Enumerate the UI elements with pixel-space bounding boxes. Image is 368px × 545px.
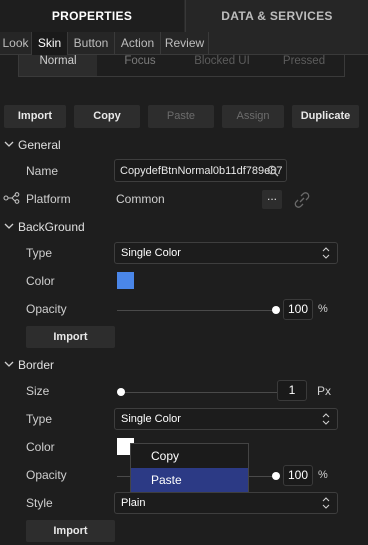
- chevron-down-icon: [4, 141, 14, 147]
- chevron-down-icon: [4, 223, 14, 229]
- select-arrows-icon: [322, 413, 330, 425]
- skin-state-tabs: Normal Focus Blocked UI Pressed: [18, 55, 345, 77]
- border-opacity-unit: %: [318, 469, 328, 481]
- section-title: BackGround: [18, 220, 85, 234]
- platform-label: Platform: [26, 192, 71, 206]
- bg-opacity-input[interactable]: 100: [283, 299, 313, 320]
- border-type-select[interactable]: Single Color: [114, 408, 338, 430]
- border-opacity-input[interactable]: 100: [283, 465, 313, 486]
- tab-look[interactable]: Look: [0, 32, 32, 55]
- platform-share-icon: [3, 192, 20, 204]
- bg-color-label: Color: [26, 274, 55, 288]
- border-size-slider-track[interactable]: [117, 392, 277, 393]
- tab-data-services[interactable]: DATA & SERVICES: [185, 0, 368, 32]
- section-title: Border: [18, 358, 55, 372]
- select-arrows-icon: [322, 497, 330, 509]
- bg-opacity-label: Opacity: [26, 302, 67, 316]
- import-button[interactable]: Import: [4, 105, 66, 128]
- border-style-value: Plain: [121, 497, 146, 509]
- chevron-down-icon: [4, 361, 14, 367]
- tab-button[interactable]: Button: [68, 32, 115, 55]
- tab-properties[interactable]: PROPERTIES: [0, 0, 184, 32]
- border-color-label: Color: [26, 440, 55, 454]
- border-size-label: Size: [26, 384, 50, 398]
- border-import-button[interactable]: Import: [26, 520, 115, 542]
- context-menu-paste[interactable]: Paste: [131, 468, 248, 492]
- border-opacity-slider-knob[interactable]: [272, 472, 280, 480]
- border-size-input[interactable]: 1: [277, 380, 307, 401]
- link-icon[interactable]: [293, 191, 311, 209]
- border-style-select[interactable]: Plain: [114, 492, 338, 514]
- border-opacity-label: Opacity: [26, 468, 67, 482]
- state-tab-blocked-ui[interactable]: Blocked UI: [181, 55, 263, 76]
- copy-button[interactable]: Copy: [74, 105, 140, 128]
- bg-import-button[interactable]: Import: [26, 326, 115, 348]
- bg-opacity-slider-track[interactable]: [117, 310, 277, 311]
- bg-type-value: Single Color: [121, 247, 181, 259]
- assign-button[interactable]: Assign: [222, 105, 284, 128]
- tab-skin[interactable]: Skin: [32, 32, 68, 55]
- section-border[interactable]: Border: [0, 356, 200, 374]
- section-title: General: [18, 138, 61, 152]
- border-type-label: Type: [26, 412, 53, 426]
- border-style-label: Style: [26, 496, 53, 510]
- search-icon[interactable]: [267, 165, 279, 177]
- tab-review[interactable]: Review: [161, 32, 209, 55]
- select-arrows-icon: [322, 247, 330, 259]
- section-general[interactable]: General: [0, 136, 200, 154]
- platform-value: Common: [116, 192, 165, 206]
- bg-type-select[interactable]: Single Color: [114, 242, 338, 264]
- tab-action[interactable]: Action: [115, 32, 161, 55]
- bg-type-label: Type: [26, 246, 53, 260]
- duplicate-button[interactable]: Duplicate: [292, 105, 359, 128]
- bg-opacity-unit: %: [318, 303, 328, 315]
- state-tab-normal[interactable]: Normal: [19, 55, 97, 76]
- paste-button[interactable]: Paste: [148, 105, 214, 128]
- context-menu-copy[interactable]: Copy: [131, 444, 248, 468]
- name-field[interactable]: CopydefBtnNormal0b11df789e87: [114, 159, 287, 182]
- bg-color-swatch[interactable]: [117, 272, 134, 289]
- state-tab-focus[interactable]: Focus: [99, 55, 181, 76]
- name-value: CopydefBtnNormal0b11df789e87: [120, 165, 283, 177]
- context-menu: Copy Paste: [130, 443, 249, 492]
- border-size-unit: Px: [317, 384, 332, 398]
- bg-opacity-slider-knob[interactable]: [272, 306, 280, 314]
- name-label: Name: [26, 164, 59, 178]
- top-tab-bar: PROPERTIES DATA & SERVICES: [0, 0, 368, 32]
- section-background[interactable]: BackGround: [0, 218, 200, 236]
- platform-more-button[interactable]: ...: [262, 190, 282, 209]
- border-size-slider-knob[interactable]: [117, 388, 125, 396]
- state-tab-pressed[interactable]: Pressed: [263, 55, 345, 76]
- border-type-value: Single Color: [121, 413, 181, 425]
- sub-tab-bar: Look Skin Button Action Review: [0, 32, 368, 55]
